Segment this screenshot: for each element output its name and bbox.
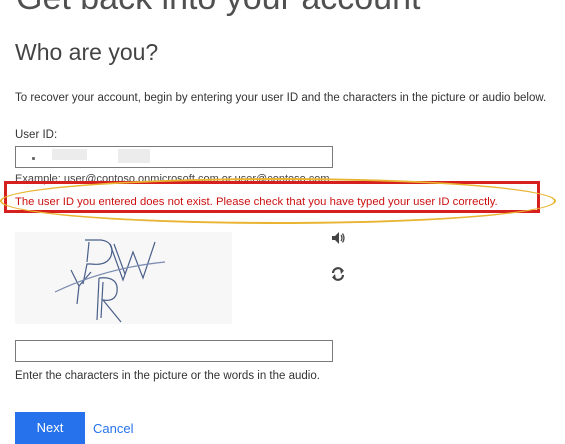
refresh-icon[interactable] (330, 266, 346, 282)
input-cursor-mark (32, 157, 35, 160)
captcha-hint: Enter the characters in the picture or t… (15, 370, 320, 382)
next-button[interactable]: Next (15, 412, 85, 444)
captcha-input[interactable] (15, 340, 333, 362)
user-id-label: User ID: (15, 129, 58, 141)
speaker-icon[interactable] (330, 230, 346, 246)
cancel-link[interactable]: Cancel (93, 421, 133, 436)
error-highlight-ellipse (0, 178, 556, 224)
captcha-graphic (54, 239, 166, 323)
redacted-region (52, 149, 87, 160)
section-title: Who are you? (15, 39, 159, 65)
page-heading: Get back into your account (16, 0, 420, 18)
redacted-region (118, 149, 150, 163)
captcha-image (15, 232, 232, 324)
instruction-text: To recover your account, begin by enteri… (15, 92, 547, 104)
